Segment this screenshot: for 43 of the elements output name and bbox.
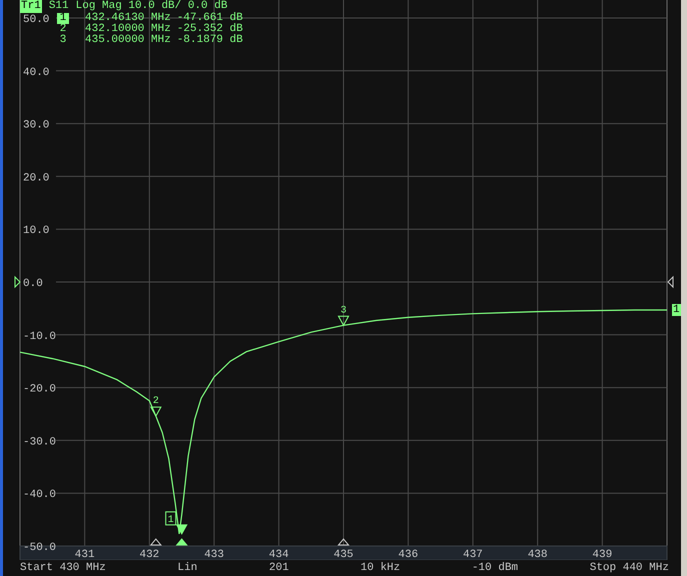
marker-frequency: 432.46130 MHz — [85, 13, 171, 24]
axis-label: 431 — [74, 549, 95, 560]
axis-label: 434 — [268, 549, 289, 560]
axis-label: -40.0 — [23, 489, 56, 502]
axis-label: 40.0 — [23, 66, 50, 79]
axis-label: 0.0 — [23, 278, 43, 290]
marker-value: -47.661 dB — [176, 13, 243, 24]
status-text: Stop 440 MHz — [590, 561, 669, 576]
axis-label: 433 — [204, 549, 224, 560]
status-text: Start 430 MHz — [20, 561, 106, 576]
reference-arrow-icon — [667, 276, 674, 288]
reference-arrow-icon — [14, 276, 21, 288]
axis-label: 436 — [398, 549, 418, 560]
marker-value: -8.1879 dB — [176, 35, 243, 46]
axis-label: 435 — [334, 549, 354, 560]
axis-label: 438 — [528, 549, 548, 560]
axis-label: 432 — [140, 549, 160, 560]
axis-label: 20.0 — [23, 172, 50, 184]
axis-label: -30.0 — [23, 436, 56, 448]
status-text: Lin — [178, 561, 198, 576]
trace-end-badge: 1 — [672, 304, 681, 316]
marker-frequency: 435.00000 MHz — [85, 35, 171, 46]
axis-label: -50.0 — [23, 542, 56, 554]
status-text: 201 — [269, 561, 289, 576]
marker-value: -25.352 dB — [176, 24, 243, 35]
trace-badge: Tr1 — [20, 0, 42, 13]
marker-number[interactable]: 1 — [57, 13, 69, 24]
axis-label: -20.0 — [23, 384, 56, 396]
axis-label: 50.0 — [23, 14, 50, 26]
axis-label: -10.0 — [23, 330, 56, 343]
annotation: 1 — [168, 514, 174, 526]
axis-label: 10.0 — [23, 225, 50, 238]
trace-title: Log Mag 10.0 dB/ 0.0 dB — [76, 0, 228, 12]
axis-label: 30.0 — [23, 120, 50, 132]
status-text: 10 kHz — [360, 561, 400, 576]
marker-number[interactable]: 3 — [57, 35, 69, 46]
status-text: -10 dBm — [472, 561, 518, 576]
annotation: 2 — [152, 396, 159, 408]
marker-frequency: 432.10000 MHz — [85, 24, 171, 35]
series-name: S11 — [48, 0, 69, 12]
axis-label: 437 — [463, 549, 483, 560]
axis-label: 439 — [592, 549, 612, 560]
annotation: 3 — [340, 305, 347, 316]
